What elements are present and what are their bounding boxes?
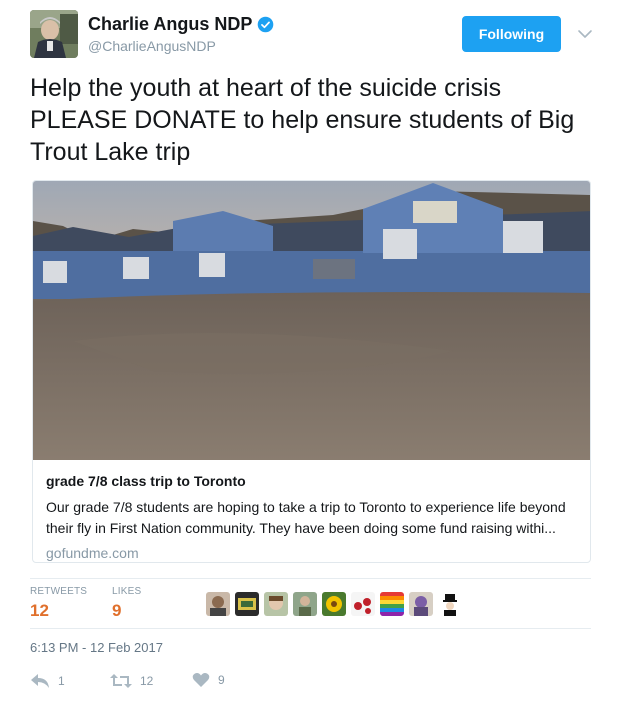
card-domain: gofundme.com [46,545,139,561]
like-count: 9 [218,673,225,687]
reply-button[interactable]: 1 [30,672,65,690]
card-description: Our grade 7/8 students are hoping to tak… [46,499,566,536]
retweets-count: 12 [30,601,49,620]
reply-count: 1 [58,674,65,688]
reply-icon [31,674,49,688]
heart-icon [192,673,210,687]
liker-avatars [206,592,462,616]
liker-avatar[interactable] [438,592,462,616]
liker-avatar[interactable] [235,592,259,616]
card-image[interactable] [33,181,590,460]
link-card[interactable]: grade 7/8 class trip to Toronto Our grad… [32,180,591,563]
card-title[interactable]: grade 7/8 class trip to Toronto [46,472,581,491]
tweet-text: Help the youth at heart of the suicide c… [30,74,575,166]
tweet-timestamp[interactable]: 6:13 PM - 12 Feb 2017 [30,640,163,655]
author-name-block: Charlie Angus NDP @CharlieAngusNDP [88,14,274,54]
tweet-header: Charlie Angus NDP @CharlieAngusNDP Follo… [30,10,600,60]
liker-avatar[interactable] [380,592,404,616]
likes-stat[interactable]: LIKES 9 [112,586,141,621]
liker-avatar[interactable] [293,592,317,616]
author-display-name[interactable]: Charlie Angus NDP [88,14,274,35]
author-handle[interactable]: @CharlieAngusNDP [88,38,274,54]
retweet-count: 12 [140,674,154,688]
divider [30,628,591,629]
retweet-icon [110,674,132,688]
author-avatar[interactable] [30,10,78,58]
retweets-label: RETWEETS [30,586,88,597]
divider [30,578,591,579]
likes-label: LIKES [112,586,142,597]
liker-avatar[interactable] [322,592,346,616]
liker-avatar[interactable] [206,592,230,616]
card-body: grade 7/8 class trip to Toronto Our grad… [46,472,581,561]
tweet-stats: RETWEETS 12 LIKES 9 [30,586,591,624]
liker-avatar[interactable] [409,592,433,616]
likes-count: 9 [112,601,122,620]
liker-avatar[interactable] [264,592,288,616]
retweets-stat[interactable]: RETWEETS 12 [30,586,87,621]
chevron-down-icon[interactable] [575,24,595,44]
tweet-actions: 1 12 9 [30,672,430,696]
retweet-button[interactable]: 12 [110,672,153,690]
liker-avatar[interactable] [351,592,375,616]
following-button[interactable]: Following [462,16,561,52]
verified-badge-icon [258,16,274,33]
author-name-text[interactable]: Charlie Angus NDP [88,14,252,35]
like-button[interactable]: 9 [192,672,225,688]
